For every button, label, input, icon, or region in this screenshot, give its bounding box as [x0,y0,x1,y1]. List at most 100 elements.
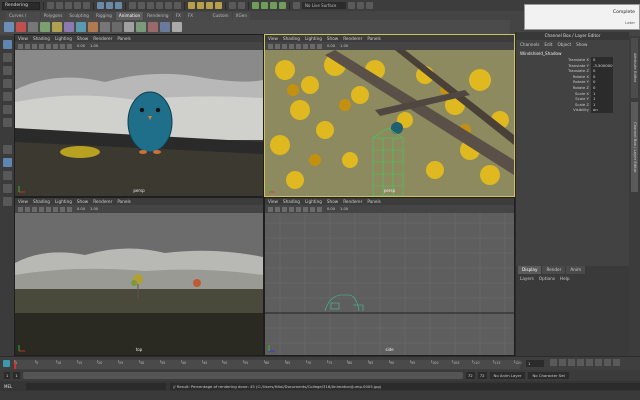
viewport-menu-item[interactable]: Show [327,199,338,204]
undo-icon[interactable] [74,2,81,9]
lattice-icon[interactable] [124,22,134,32]
select-object-icon[interactable] [106,2,113,9]
command-input[interactable] [26,382,166,390]
isolate-icon[interactable] [67,206,72,212]
viewport-menu-item[interactable]: Lighting [305,36,322,41]
save-scene-icon[interactable] [65,2,72,9]
channel-box-menu-item[interactable]: Channels [520,42,539,47]
viewport-scene[interactable]: persp [15,50,263,196]
hypershade-icon[interactable] [279,2,286,9]
camera-icon[interactable] [18,206,23,212]
constraint-icon[interactable] [88,22,98,32]
select-component-icon[interactable] [115,2,122,9]
textured-icon[interactable] [46,43,51,49]
viewport-menu-item[interactable]: Show [77,199,88,204]
render-complete-notification[interactable]: Complete Later [524,4,640,30]
render-icon[interactable] [252,2,259,9]
grid-icon[interactable] [25,43,30,49]
anim-layer-dropdown[interactable]: No Anim Layer [489,372,526,379]
animation-end-field[interactable]: 72 [477,372,487,379]
play-backward-icon[interactable] [577,359,584,366]
shelf-tab[interactable]: Animation [115,12,144,20]
step-back-frame-icon[interactable] [568,359,575,366]
shelf-tab[interactable]: Sculpting [66,12,92,20]
far-clip-value[interactable]: 1.00 [340,207,348,211]
animation-start-field[interactable]: 1 [4,372,11,379]
step-forward-key-icon[interactable] [604,359,611,366]
wire-icon[interactable] [136,22,146,32]
isolate-icon[interactable] [317,43,322,49]
viewport-menu-item[interactable]: Panels [117,36,130,41]
far-clip-value[interactable]: 1.00 [90,44,98,48]
playblast-icon[interactable] [148,22,158,32]
mask-icon[interactable] [138,2,145,9]
lights-icon[interactable] [53,43,58,49]
viewport-menu-item[interactable]: Show [327,36,338,41]
smooth-shade-icon[interactable] [39,206,44,212]
viewport-menu-item[interactable]: Lighting [55,199,72,204]
viewport-menu-item[interactable]: Show [77,36,88,41]
step-forward-frame-icon[interactable] [595,359,602,366]
far-clip-value[interactable]: 1.00 [340,44,348,48]
near-clip-value[interactable]: 0.00 [327,44,335,48]
set-key-icon[interactable] [4,22,14,32]
character-set-dropdown[interactable]: No Character Set [528,372,570,379]
viewport-menu-item[interactable]: Shading [283,36,300,41]
viewport-menu-item[interactable]: Panels [117,199,130,204]
playback-end-field[interactable]: 72 [465,372,475,379]
blend-shape-icon[interactable] [100,22,110,32]
far-clip-value[interactable]: 1.00 [90,207,98,211]
near-clip-value[interactable]: 0.00 [77,207,85,211]
viewport-top-left[interactable]: View Shading Lighting Show Renderer Panels 0.… [14,34,264,197]
viewport-scene[interactable]: side [265,213,514,355]
motion-path-icon[interactable] [52,22,62,32]
layer-editor-menu-item[interactable]: Help [560,276,570,281]
play-forward-icon[interactable] [586,359,593,366]
shelf-tab[interactable]: XGen [232,12,250,20]
shelf-tab[interactable]: FX Caching [184,12,209,26]
mask-icon[interactable] [147,2,154,9]
isolate-icon[interactable] [317,206,322,212]
move-tool-icon[interactable] [2,79,12,88]
viewport-menu-item[interactable]: Shading [33,199,50,204]
near-clip-value[interactable]: 0.00 [327,207,335,211]
select-tool-icon[interactable] [2,40,12,49]
grid-icon[interactable] [25,206,30,212]
viewport-menu-item[interactable]: Lighting [55,36,72,41]
viewport-top-right[interactable]: View Shading Lighting Show Renderer Panels 0.… [264,34,515,197]
snap-curve-icon[interactable] [197,2,204,9]
viewport-bottom-right[interactable]: View Shading Lighting Show Renderer Panels 0.… [264,197,515,356]
redo-icon[interactable] [83,2,90,9]
magnet-icon[interactable] [293,2,300,9]
shelf-tab[interactable]: Curves / Surfaces [6,12,40,26]
viewport-menu-item[interactable]: View [18,199,28,204]
viewport-menu-item[interactable]: View [268,199,278,204]
textured-icon[interactable] [296,43,301,49]
new-scene-icon[interactable] [47,2,54,9]
open-scene-icon[interactable] [56,2,63,9]
isolate-icon[interactable] [67,43,72,49]
input-field-icon[interactable] [357,2,364,9]
menu-set-dropdown[interactable]: Rendering [2,1,40,10]
smooth-shade-icon[interactable] [289,43,294,49]
channel-box-menu-item[interactable]: Show [576,42,587,47]
viewport-menu-item[interactable]: Renderer [343,36,362,41]
near-clip-value[interactable]: 0.00 [77,44,85,48]
scale-tool-icon[interactable] [2,105,12,114]
rotate-tool-icon[interactable] [2,92,12,101]
layout-four-icon[interactable] [2,158,12,167]
smooth-shade-icon[interactable] [39,43,44,49]
channel-box-menu-item[interactable]: Edit [544,42,552,47]
layer-editor-menu-item[interactable]: Layers [520,276,534,281]
textured-icon[interactable] [296,206,301,212]
go-to-end-icon[interactable] [613,359,620,366]
grid-icon[interactable] [275,206,280,212]
viewport-menu-item[interactable]: Renderer [93,199,112,204]
lights-icon[interactable] [53,206,58,212]
trax-icon[interactable] [160,22,170,32]
mask-icon[interactable] [156,2,163,9]
paint-select-icon[interactable] [2,66,12,75]
viewport-menu-item[interactable]: Shading [33,36,50,41]
shelf-tab[interactable]: Polygons [40,12,66,20]
smooth-shade-icon[interactable] [289,206,294,212]
